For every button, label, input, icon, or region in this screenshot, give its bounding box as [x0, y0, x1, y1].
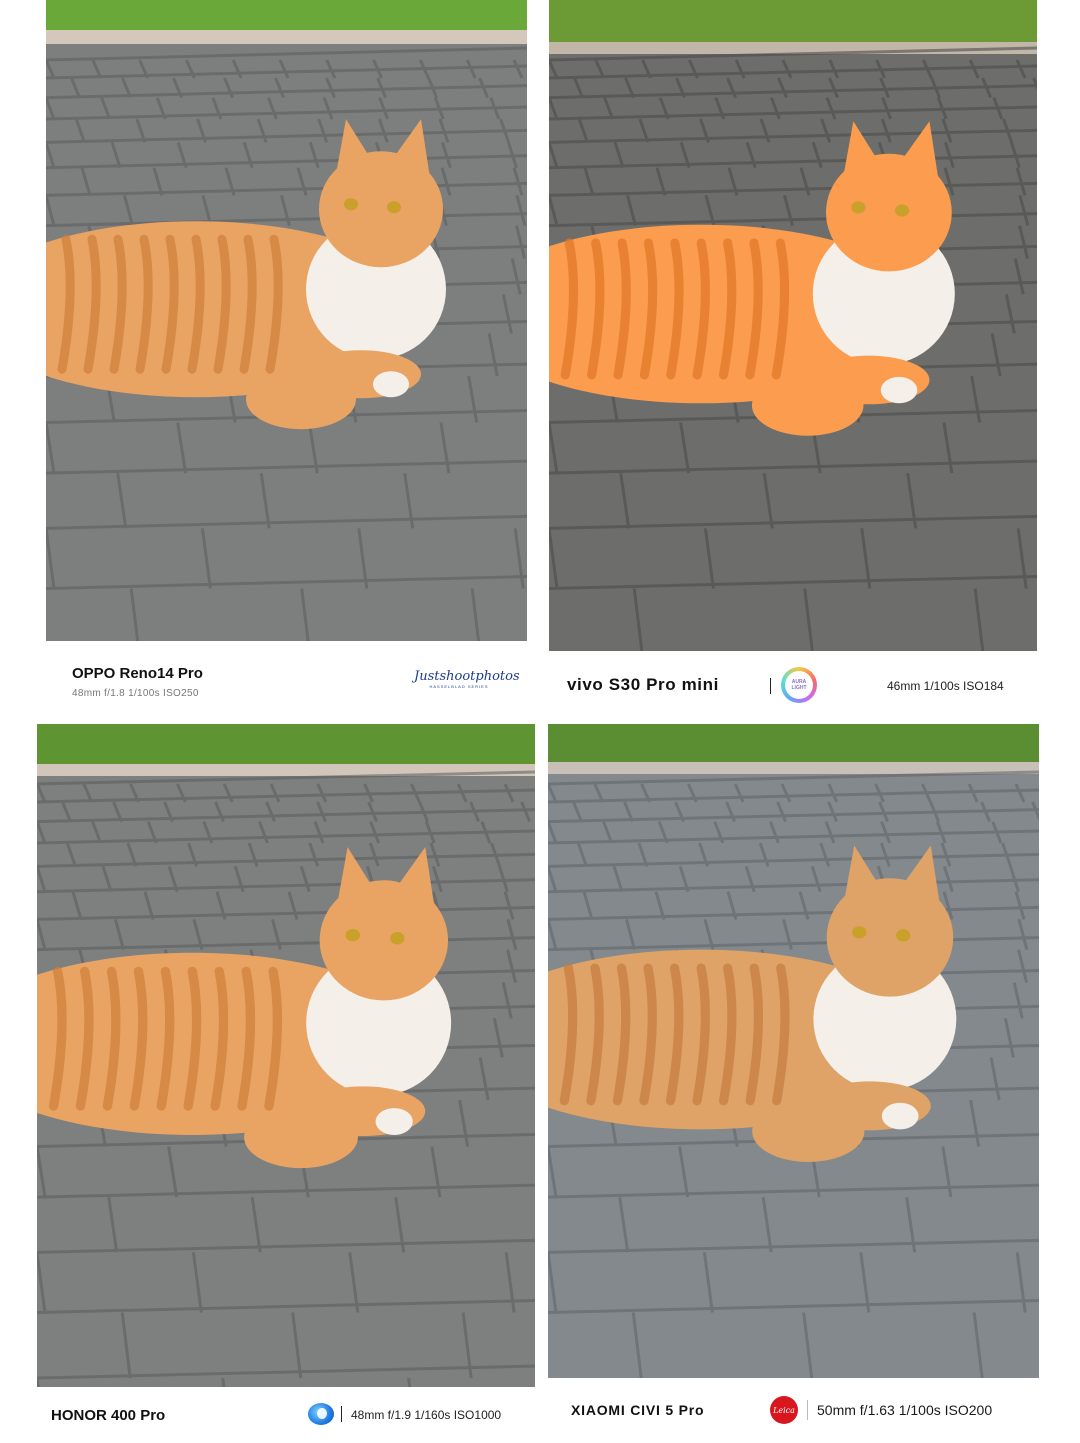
photo-oppo	[46, 0, 527, 641]
caption-divider	[341, 1406, 342, 1422]
caption-divider	[807, 1400, 808, 1420]
caption-oppo: OPPO Reno14 Pro 48mm f/1.8 1/100s ISO250…	[72, 665, 527, 705]
watermark-subtitle: HASSELBLAD SERIES	[429, 684, 489, 689]
model-name: OPPO Reno14 Pro	[72, 665, 203, 682]
caption-honor: HONOR 400 Pro 48mm f/1.9 1/160s ISO1000	[51, 1400, 535, 1430]
model-name: XIAOMI CIVI 5 Pro	[571, 1402, 705, 1418]
photo-vivo	[549, 0, 1037, 651]
exif-info: 48mm f/1.9 1/160s ISO1000	[351, 1408, 502, 1422]
caption-xiaomi: XIAOMI CIVI 5 Pro Leica 50mm f/1.63 1/10…	[571, 1394, 1037, 1426]
watermark-signature: Justshootphotos	[414, 669, 520, 684]
caption-divider	[770, 678, 771, 694]
photographer-watermark: Justshootphotos HASSELBLAD SERIES	[414, 669, 520, 689]
model-name: HONOR 400 Pro	[51, 1407, 166, 1424]
aura-light-logo: AURA LIGHT	[781, 667, 817, 703]
exif-info: 46mm 1/100s ISO184	[887, 679, 1004, 693]
photo-honor	[37, 724, 535, 1387]
model-name: vivo S30 Pro mini	[567, 675, 719, 694]
leica-logo-text: Leica	[773, 1405, 795, 1415]
leica-logo: Leica	[770, 1396, 798, 1424]
cat-photo-honor	[37, 724, 535, 1387]
cat-photo-xiaomi	[548, 724, 1039, 1378]
aura-light-logo-text: AURA LIGHT	[791, 679, 807, 691]
exif-info: 50mm f/1.63 1/100s ISO200	[817, 1402, 993, 1418]
honor-camera-icon	[308, 1403, 334, 1425]
photo-xiaomi	[548, 724, 1039, 1378]
cat-photo-vivo	[549, 0, 1037, 651]
cat-photo-oppo	[46, 0, 527, 641]
exif-info: 48mm f/1.8 1/100s ISO250	[72, 688, 199, 699]
caption-vivo: vivo S30 Pro mini AURA LIGHT 46mm 1/100s…	[567, 666, 1037, 706]
